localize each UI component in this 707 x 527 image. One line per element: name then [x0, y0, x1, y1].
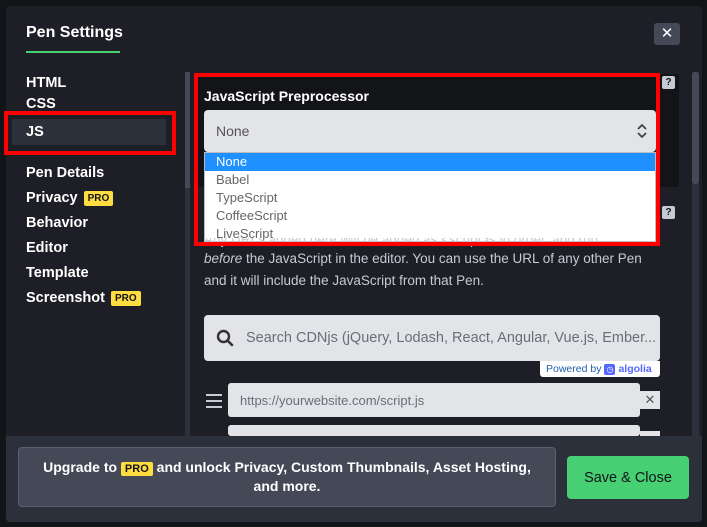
sidebar-item-label: Editor — [26, 240, 68, 256]
select-arrows-icon — [637, 123, 647, 139]
content-scroll-thumb[interactable] — [692, 72, 699, 184]
sidebar-item-label: Behavior — [26, 215, 89, 231]
external-script-url-input[interactable] — [228, 383, 640, 417]
preprocessor-select[interactable]: None — [204, 110, 656, 152]
powered-by-algolia[interactable]: Powered by ◷ algolia — [540, 361, 660, 377]
sidebar-item-behavior[interactable]: Behavior — [26, 212, 88, 234]
upgrade-text: Upgrade to — [43, 459, 118, 475]
option-typescript[interactable]: TypeScript — [205, 189, 655, 207]
sidebar-item-label: Privacy — [26, 190, 78, 206]
preprocessor-options: None Babel TypeScript CoffeeScript LiveS… — [204, 152, 656, 242]
select-value: None — [216, 123, 250, 139]
sidebar-item-label: Screenshot — [26, 290, 105, 306]
drag-handle-icon[interactable] — [206, 394, 222, 408]
algolia-text: algolia — [618, 363, 652, 375]
remove-script-button[interactable]: ✕ — [640, 391, 660, 409]
sidebar-item-label: HTML — [26, 75, 67, 91]
sidebar-item-label: CSS — [26, 96, 56, 112]
modal-footer: Upgrade to PRO and unlock Privacy, Custo… — [6, 436, 702, 522]
upgrade-text: and unlock Privacy, Custom Thumbnails, A… — [156, 459, 531, 494]
external-scripts-description: Any URLs added here will be added as <sc… — [204, 238, 664, 292]
pen-settings-modal: Pen Settings ✕ HTML CSS JS Pen Details P… — [6, 6, 702, 522]
sidebar-item-js[interactable]: JS — [12, 119, 166, 145]
description-emphasis: before — [204, 251, 243, 266]
option-none[interactable]: None — [205, 153, 655, 171]
sidebar-item-label: Pen Details — [26, 165, 105, 181]
pro-badge: PRO — [83, 190, 114, 206]
option-coffeescript[interactable]: CoffeeScript — [205, 207, 655, 225]
sidebar-item-css[interactable]: CSS — [26, 96, 56, 112]
save-close-button[interactable]: Save & Close — [567, 456, 689, 499]
search-icon — [216, 329, 234, 347]
sidebar-item-label: Template — [26, 265, 89, 281]
sidebar-item-label: JS — [26, 124, 44, 140]
algolia-icon: ◷ — [604, 363, 616, 375]
sidebar-item-editor[interactable]: Editor — [26, 237, 68, 259]
pro-badge: PRO — [120, 462, 153, 476]
help-icon[interactable]: ? — [662, 206, 675, 219]
preprocessor-label: JavaScript Preprocessor — [204, 88, 369, 104]
cdnjs-search[interactable] — [204, 315, 660, 361]
sidebar-item-template[interactable]: Template — [26, 262, 89, 284]
sidebar-item-privacy[interactable]: Privacy PRO — [26, 187, 114, 209]
cdnjs-search-input[interactable] — [246, 330, 656, 346]
upgrade-banner[interactable]: Upgrade to PRO and unlock Privacy, Custo… — [18, 447, 556, 507]
modal-title: Pen Settings — [26, 24, 123, 41]
title-underline — [26, 51, 120, 53]
external-script-url-input[interactable] — [228, 425, 640, 436]
powered-by-text: Powered by — [546, 363, 602, 375]
pro-badge: PRO — [110, 290, 141, 306]
sidebar-item-html[interactable]: HTML — [26, 72, 66, 94]
help-icon[interactable]: ? — [662, 76, 675, 89]
sidebar-item-screenshot[interactable]: Screenshot PRO — [26, 287, 141, 309]
close-button[interactable]: ✕ — [654, 23, 680, 45]
description-text: the JavaScript in the editor. You can us… — [204, 251, 642, 288]
option-babel[interactable]: Babel — [205, 171, 655, 189]
sidebar-item-pen-details[interactable]: Pen Details — [26, 162, 104, 184]
settings-scroll-thumb[interactable] — [185, 72, 190, 188]
description-partial-line: Any URLs added here will be added as <sc… — [204, 238, 598, 247]
